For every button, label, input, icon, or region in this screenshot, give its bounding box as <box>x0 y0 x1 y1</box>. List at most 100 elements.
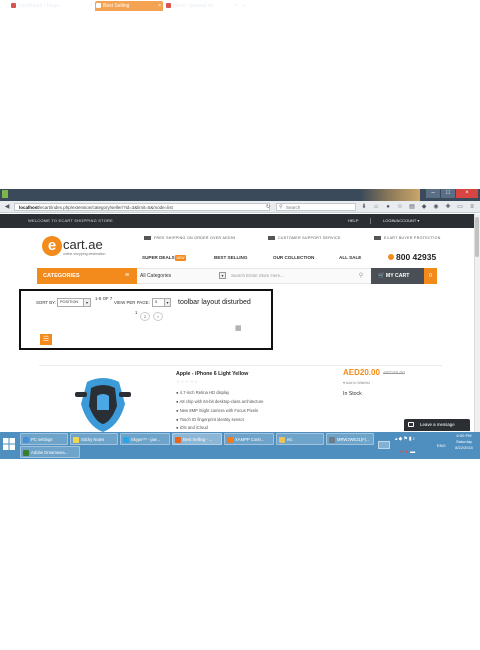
product-feature: ● iOS and iCloud <box>176 425 208 430</box>
welcome-text: WELCOME TO ECART SHOPPING STORE <box>28 218 113 223</box>
window-icon <box>329 437 335 443</box>
sort-by-select[interactable]: POSITION ▾ <box>57 298 91 307</box>
keyboard-icon[interactable] <box>378 441 390 449</box>
browser-menu-icon[interactable] <box>2 190 8 198</box>
browser-search-input[interactable]: ⚲ Search <box>276 203 356 211</box>
chevron-down-icon[interactable]: ▾ <box>219 272 226 279</box>
promo-text: ECART BUYER PROTECTION <box>384 236 441 240</box>
chat-bubble-icon[interactable]: ▭ <box>456 203 464 211</box>
cart-label-text: MY CART <box>385 273 410 279</box>
clock[interactable]: 6:00 PM Saturday 8/22/2015 <box>452 433 476 451</box>
menu-icon[interactable]: ≡ <box>468 203 476 211</box>
annotation-note: toolbar layout disturbed <box>178 299 251 306</box>
task-label: Sticky Notes <box>81 437 105 442</box>
product-old-price: AED25.00 <box>383 371 405 376</box>
nav-best-selling[interactable]: BEST SELLING <box>214 255 247 260</box>
browser-tab-dashboard[interactable]: Dashboard / Mage... × <box>10 1 94 11</box>
next-page-button[interactable]: > <box>153 312 163 321</box>
screen: Dashboard / Mage... × Best Selling × Inb… <box>0 0 480 650</box>
extension-icon[interactable]: ◆ <box>420 203 428 211</box>
grid-view-icon[interactable]: ▦ <box>235 325 242 332</box>
task-label: XAMPP Contr... <box>235 437 265 442</box>
product-image[interactable] <box>67 374 140 435</box>
home-icon[interactable]: ⌂ <box>372 203 380 211</box>
nav-super-deals[interactable]: SUPER DEALS <box>142 255 175 260</box>
task-label: Skype™ - jaw... <box>131 437 161 442</box>
taskbar-item-skype[interactable]: Skype™ - jaw... <box>120 433 170 445</box>
volume-icon[interactable]: ♪ <box>413 436 417 442</box>
library-icon[interactable]: ▤ <box>408 203 416 211</box>
skype-icon <box>123 437 129 443</box>
task-label: MRWJWE21(F)... <box>337 437 370 442</box>
nav-all-sale[interactable]: ALL SALE <box>339 255 361 260</box>
bookmark-star-icon[interactable]: ☆ <box>396 203 404 211</box>
browser-tab-inbox[interactable]: Inbox - jawwad.mi... × <box>165 1 239 11</box>
close-window-button[interactable]: × <box>456 189 478 198</box>
site-search-input[interactable]: Search Entire Store Here... <box>229 270 369 282</box>
taskbar-item-window[interactable]: MRWJWE21(F)... <box>326 433 374 445</box>
search-icon[interactable]: ⚲ <box>356 270 366 282</box>
download-icon[interactable]: ⬇ <box>360 203 368 211</box>
list-view-icon[interactable]: ☰ <box>40 334 52 345</box>
stock-status: In Stock <box>343 391 362 397</box>
product-name[interactable]: Apple - iPhone 6 Light Yellow <box>176 371 248 377</box>
browser-search-placeholder: Search <box>286 205 301 210</box>
cart-count: 0 <box>424 268 437 284</box>
close-icon[interactable]: × <box>158 1 161 11</box>
scrollbar-thumb[interactable] <box>475 217 479 257</box>
chevron-down-icon: ▾ <box>417 218 420 223</box>
truck-icon <box>144 236 151 241</box>
nav-our-collection[interactable]: OUR COLLECTION <box>273 255 314 260</box>
add-to-wishlist-link[interactable]: ♥ Add to Wishlist <box>343 381 370 385</box>
logo-name[interactable]: cart.ae <box>63 238 103 252</box>
taskbar-item-folder[interactable]: etc <box>276 433 324 445</box>
pocket-icon[interactable]: ● <box>384 203 392 211</box>
product-feature: ● 4.7-inch Retina HD display <box>176 390 230 395</box>
reload-icon[interactable]: ↻ <box>264 203 272 211</box>
sticky-notes-icon <box>73 437 79 443</box>
url-path: /ecart/index.php/extension/category/sell… <box>38 205 173 210</box>
close-icon[interactable]: × <box>89 1 92 11</box>
feature-text: Touch ID fingerprint identity sensor <box>179 417 245 422</box>
tab-label: Inbox - jawwad.mi... <box>173 3 218 9</box>
new-tab-button[interactable]: + <box>240 1 250 11</box>
phone-icon <box>388 254 394 260</box>
maximize-button[interactable]: □ <box>441 189 455 198</box>
page-2-button[interactable]: 2 <box>140 312 150 321</box>
tab-favicon-icon <box>96 3 101 8</box>
feature-text: A8 chip with 64-bit desktop-class archit… <box>179 399 264 404</box>
close-icon[interactable]: × <box>234 1 237 11</box>
support-icon <box>268 236 275 241</box>
taskbar-item-firefox[interactable]: Best Selling - ... <box>172 433 222 445</box>
help-link[interactable]: HELP <box>348 214 358 228</box>
all-categories-select[interactable]: All Categories <box>140 268 171 284</box>
back-icon[interactable]: ◀ <box>3 203 11 211</box>
product-feature: ● New 8MP iSight camera with Focus Pixel… <box>176 408 259 413</box>
taskbar-item-xampp[interactable]: XAMPP Contr... <box>224 433 274 445</box>
tab-favicon-icon <box>11 3 16 8</box>
taskbar-item-sticky-notes[interactable]: Sticky Notes <box>70 433 118 445</box>
dreamweaver-icon <box>23 450 29 456</box>
browser-tab-best-selling[interactable]: Best Selling × <box>95 1 163 11</box>
taskbar-item-pc-settings[interactable]: PC settings <box>20 433 68 445</box>
tab-favicon-icon <box>166 3 171 8</box>
language-indicator[interactable]: ENG <box>437 443 446 448</box>
sync-icon[interactable]: ◉ <box>432 203 440 211</box>
addon-icon[interactable]: ✚ <box>444 203 452 211</box>
clock-date: 8/22/2015 <box>455 445 473 450</box>
taskbar-item-dreamweaver[interactable]: Adobe Dreamwea... <box>20 446 80 458</box>
battery-icon[interactable]: ▬ <box>410 449 417 455</box>
url-bar[interactable]: localhost/ecart/index.php/extension/cate… <box>14 203 270 211</box>
promo-free-shipping: FREE SHIPPING ON ORDER OVER AED99 <box>144 236 236 241</box>
chevron-down-icon: ▾ <box>83 299 90 306</box>
promo-buyer-protection: ECART BUYER PROTECTION <box>374 236 441 241</box>
logo-mark[interactable]: e <box>42 236 62 256</box>
windows-start-icon[interactable] <box>2 437 16 451</box>
login-account-link[interactable]: LOGIN/ACCOUNT ▾ <box>383 214 419 228</box>
system-tray: ▴◆⚑▮♪ <box>395 435 416 443</box>
per-page-select[interactable]: 5 ▾ <box>152 298 171 307</box>
minimize-button[interactable]: – <box>426 189 440 198</box>
per-page-value: 5 <box>155 300 158 304</box>
cart-icon: 🛒 <box>378 273 385 279</box>
promo-text: FREE SHIPPING ON ORDER OVER AED99 <box>154 236 236 240</box>
